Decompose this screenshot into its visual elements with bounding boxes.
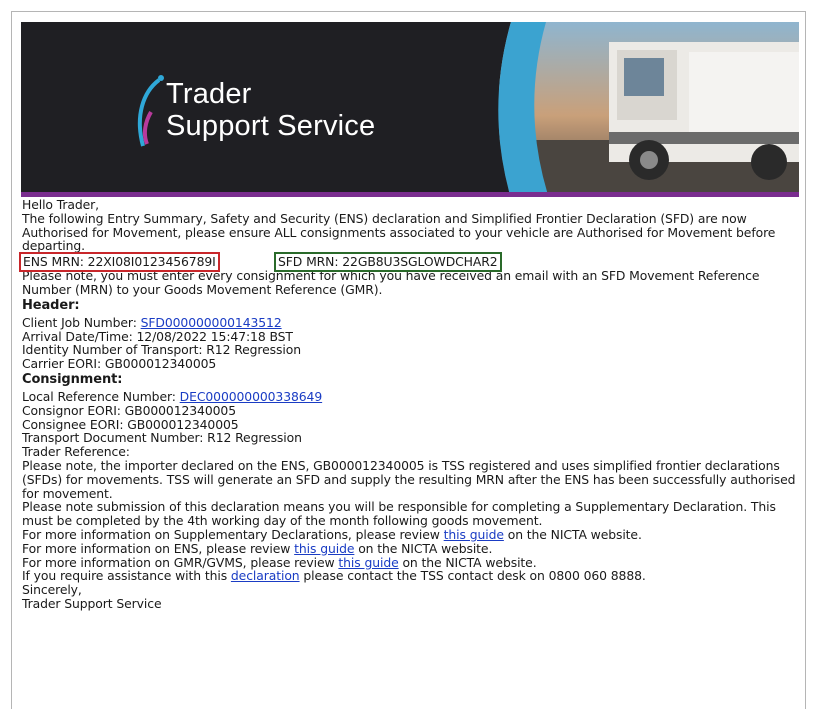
info-supplementary: For more information on Supplementary De… (22, 528, 802, 542)
assist-suffix: please contact the TSS contact desk on 0… (299, 568, 646, 584)
consignee-eori: Consignee EORI: GB000012340005 (22, 416, 239, 432)
header-section-title: Header: (22, 297, 80, 313)
logo-line-2: Support Service (166, 110, 376, 142)
sd-guide-link[interactable]: this guide (444, 527, 504, 542)
arrival-datetime: Arrival Date/Time: 12/08/2022 15:47:18 B… (22, 328, 293, 344)
info-sd-suffix: on the NICTA website. (503, 526, 642, 542)
consignment-section-title: Consignment: (22, 371, 123, 387)
gmr-guide-link[interactable]: this guide (338, 555, 398, 570)
consignor-eori: Consignor EORI: GB000012340005 (22, 402, 236, 418)
mrn-row: ENS MRN: 22XI08I0123456789I SFD MRN: 22G… (19, 252, 802, 273)
banner-divider (21, 192, 799, 197)
transport-document-number: Transport Document Number: R12 Regressio… (22, 430, 302, 446)
carrier-eori: Carrier EORI: GB000012340005 (22, 356, 217, 372)
logo-wordmark: Trader Support Service (166, 78, 375, 142)
signoff: Sincerely, (22, 582, 82, 598)
info-sd-text: For more information on Supplementary De… (22, 526, 444, 542)
client-job-label: Client Job Number: (22, 314, 141, 330)
ens-guide-link[interactable]: this guide (294, 541, 354, 556)
client-job-number: Client Job Number: SFD000000000143512 (22, 314, 802, 330)
info-gmr: For more information on GMR/GVMS, please… (22, 554, 802, 570)
info-ens-text: For more information on ENS, please revi… (22, 540, 295, 556)
ens-mrn: ENS MRN: 22XI08I0123456789I (19, 252, 220, 273)
email-body: Hello Trader, The following Entry Summar… (19, 197, 802, 611)
header-banner: Trader Support Service (21, 22, 799, 192)
info-ens: For more information on ENS, please revi… (22, 540, 802, 556)
info-ens-suffix: on the NICTA website. (354, 540, 493, 556)
trader-reference: Trader Reference: (22, 444, 130, 460)
intro-paragraph: The following Entry Summary, Safety and … (22, 210, 776, 254)
info-gmr-text: For more information on GMR/GVMS, please… (22, 554, 339, 570)
sfd-mrn: SFD MRN: 22GB8U3SGLOWDCHAR2 (274, 252, 502, 273)
note-supplementary: Please note submission of this declarati… (22, 499, 776, 529)
assistance: If you require assistance with this decl… (22, 569, 802, 583)
signature: Trader Support Service (22, 595, 162, 611)
logo-line-1: Trader (166, 78, 252, 110)
note-gmr: Please note, you must enter every consig… (22, 268, 760, 297)
teal-swoosh (461, 22, 548, 192)
email-frame: Trader Support Service Hello Trader, The… (11, 11, 806, 709)
info-gmr-suffix: on the NICTA website. (398, 554, 537, 570)
note-importer: Please note, the importer declared on th… (22, 457, 796, 501)
lrn-label: Local Reference Number: (22, 388, 180, 404)
lrn-link[interactable]: DEC000000000338649 (180, 389, 323, 404)
assist-text: If you require assistance with this (22, 568, 231, 584)
greeting: Hello Trader, (22, 197, 99, 212)
declaration-link[interactable]: declaration (231, 568, 300, 583)
identity-number: Identity Number of Transport: R12 Regres… (22, 342, 301, 358)
client-job-link[interactable]: SFD000000000143512 (141, 315, 282, 330)
local-reference-number: Local Reference Number: DEC0000000003386… (22, 390, 802, 404)
